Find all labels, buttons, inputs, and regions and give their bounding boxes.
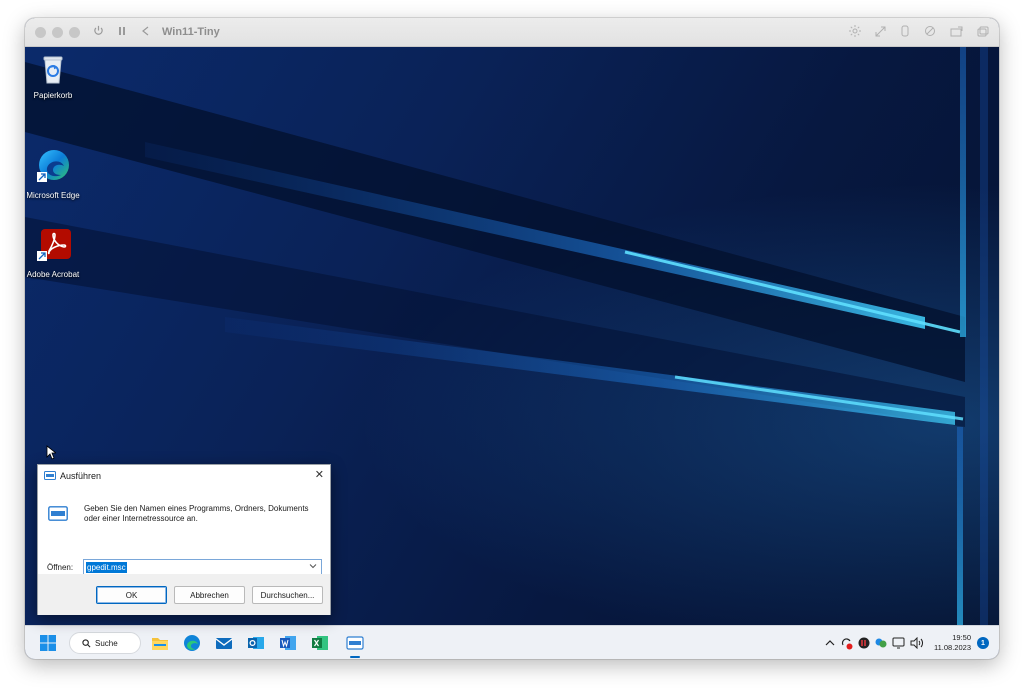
taskbar-search[interactable]: Suche xyxy=(69,632,141,654)
clock[interactable]: 19:50 11.08.2023 xyxy=(934,633,971,653)
taskbar-word[interactable] xyxy=(277,632,299,654)
brightness-icon[interactable] xyxy=(849,25,861,40)
volume-icon[interactable] xyxy=(910,637,924,649)
ok-button[interactable]: OK xyxy=(96,586,167,604)
start-icon xyxy=(40,635,56,651)
run-app-icon xyxy=(44,471,56,480)
close-window-button[interactable] xyxy=(35,26,46,38)
outlook-icon xyxy=(248,637,264,649)
taskbar-excel[interactable] xyxy=(309,632,331,654)
share-icon[interactable] xyxy=(950,26,963,40)
run-dialog-body: Geben Sie den Namen eines Programms, Ord… xyxy=(38,486,330,615)
open-input-value[interactable]: gpedit.msc xyxy=(86,562,127,573)
settings-icon[interactable] xyxy=(924,25,936,40)
network-icon[interactable] xyxy=(892,637,905,649)
start-button[interactable] xyxy=(37,632,59,654)
run-program-icon xyxy=(48,506,68,521)
excel-icon xyxy=(312,636,328,650)
clock-date: 11.08.2023 xyxy=(934,643,971,652)
zoom-window-button[interactable] xyxy=(69,26,80,38)
browse-button[interactable]: Durchsuchen... xyxy=(252,586,323,604)
run-dialog-title: Ausführen xyxy=(60,470,102,481)
edge-icon xyxy=(184,635,200,651)
desktop-icon-acrobat[interactable]: Adobe Acrobat xyxy=(25,227,82,280)
update-icon[interactable] xyxy=(840,637,853,650)
close-icon[interactable]: ✕ xyxy=(315,468,324,482)
tray-chevron-icon[interactable] xyxy=(825,639,835,647)
pause-icon[interactable] xyxy=(116,26,128,39)
run-description: Geben Sie den Namen eines Programms, Ord… xyxy=(84,504,309,523)
notification-badge[interactable]: 1 xyxy=(977,637,989,649)
active-app-indicator xyxy=(350,656,360,658)
run-dialog: Ausführen ✕ Geben Sie den Namen eines Pr… xyxy=(37,464,331,615)
fullscreen-icon[interactable] xyxy=(977,26,989,40)
usb-icon[interactable] xyxy=(900,25,910,40)
recycle-bin-icon xyxy=(43,56,63,84)
security-icon[interactable] xyxy=(875,637,887,649)
run-dialog-titlebar[interactable]: Ausführen ✕ xyxy=(38,465,330,486)
desktop-icon-edge[interactable]: Microsoft Edge xyxy=(25,148,82,201)
desktop-icon-label: Papierkorb xyxy=(33,91,73,100)
minimize-window-button[interactable] xyxy=(52,26,63,38)
window-controls xyxy=(35,26,80,38)
taskbar-edge[interactable] xyxy=(181,632,203,654)
run-app-icon xyxy=(346,636,364,650)
edge-icon xyxy=(37,150,69,182)
desktop-icon-label: Microsoft Edge xyxy=(26,191,80,200)
taskbar-run[interactable] xyxy=(344,632,366,654)
clock-time: 19:50 xyxy=(952,633,971,642)
acrobat-icon xyxy=(37,229,71,261)
parallels-tray-icon[interactable] xyxy=(858,637,870,649)
word-icon xyxy=(280,636,296,650)
back-icon[interactable] xyxy=(140,26,152,39)
file-explorer-icon xyxy=(152,638,168,650)
chevron-down-icon[interactable] xyxy=(309,562,317,570)
search-label: Suche xyxy=(95,638,118,648)
system-tray: 19:50 11.08.2023 1 xyxy=(820,626,989,659)
taskbar-outlook[interactable] xyxy=(245,632,267,654)
open-label: Öffnen: xyxy=(47,563,74,572)
vm-title: Win11-Tiny xyxy=(162,26,220,38)
resize-icon[interactable] xyxy=(875,26,886,40)
taskbar-mail[interactable] xyxy=(213,632,235,654)
vm-titlebar: Win11-Tiny xyxy=(25,18,999,47)
run-dialog-footer: OK Abbrechen Durchsuchen... xyxy=(38,574,330,615)
desktop-icon-recycle-bin[interactable]: Papierkorb xyxy=(25,54,82,101)
search-icon xyxy=(82,638,91,647)
taskbar-file-explorer[interactable] xyxy=(149,632,171,654)
taskbar: Suche 19:50 11.08.2023 1 xyxy=(25,625,999,659)
power-icon[interactable] xyxy=(92,25,104,39)
cancel-button[interactable]: Abbrechen xyxy=(174,586,245,604)
mouse-cursor-icon xyxy=(46,445,56,460)
desktop-icon-label: Adobe Acrobat xyxy=(26,270,80,279)
vm-toolbar-right xyxy=(849,18,989,47)
mail-icon xyxy=(215,638,233,649)
